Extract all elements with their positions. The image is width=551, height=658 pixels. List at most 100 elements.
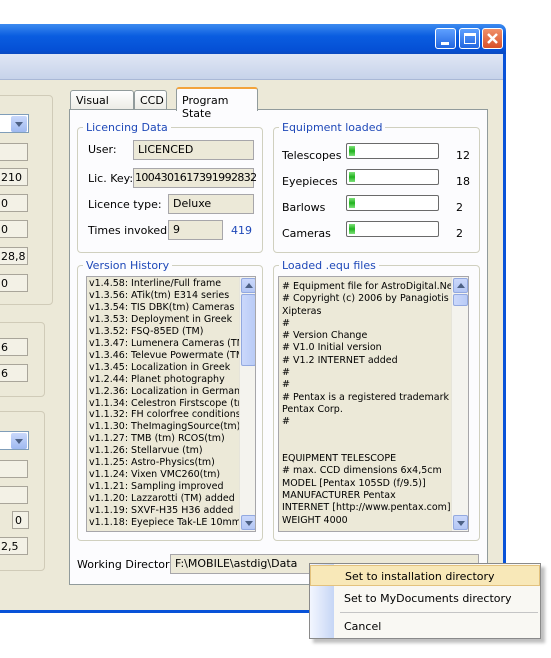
- menu-item-set-installation-dir[interactable]: Set to installation directory: [310, 565, 540, 586]
- scroll-thumb[interactable]: [241, 294, 255, 366]
- menu-item-label: Set to MyDocuments directory: [344, 592, 512, 605]
- lic-key-field: 1004301617391992832: [133, 168, 257, 188]
- scroll-down-button[interactable]: [241, 515, 255, 530]
- equ-file-line: # Equipment file for AstroDigital.Net: [282, 281, 457, 292]
- user-label: User:: [88, 143, 117, 156]
- left-field[interactable]: 0: [0, 194, 28, 212]
- telescopes-label: Telescopes: [282, 149, 342, 162]
- version-history-item[interactable]: v1.4.58: Interline/Full frame: [87, 278, 239, 290]
- left-field[interactable]: 28,8: [0, 247, 28, 265]
- equ-file-line: #: [282, 367, 290, 379]
- cameras-label: Cameras: [282, 227, 331, 240]
- version-history-item[interactable]: v1.3.52: FSQ-85ED (TM): [87, 326, 239, 338]
- eyepieces-count: 18: [456, 175, 470, 188]
- chevron-down-icon: [11, 433, 27, 449]
- licence-type-label: Licence type:: [88, 198, 162, 211]
- licencing-title: Licencing Data: [83, 121, 171, 134]
- version-history-item[interactable]: v1.3.46: Televue Powermate (TM): [87, 350, 248, 362]
- equ-file-line: #: [282, 379, 290, 391]
- version-history-rows: v1.4.58: Interline/Full frame v1.3.56: AT…: [87, 278, 251, 529]
- left-combo-2[interactable]: [0, 431, 29, 450]
- tab-program-state[interactable]: Program State: [176, 87, 258, 120]
- version-history-item[interactable]: v1.1.24: Vixen VMC260(tm): [87, 469, 239, 481]
- version-history-item[interactable]: v1.3.47: Lumenera Cameras (TM): [87, 338, 249, 350]
- title-bar[interactable]: [0, 24, 506, 54]
- left-field[interactable]: 2,5: [0, 537, 28, 555]
- version-history-item[interactable]: v1.2.36: Localization in German: [87, 386, 240, 398]
- left-field[interactable]: [0, 143, 28, 161]
- times-invoked-label: Times invoked:: [88, 224, 171, 237]
- equ-file-line: WEIGHT 4000: [282, 514, 348, 526]
- equ-file-line: EQUIPMENT TELESCOPE: [282, 453, 397, 465]
- version-history-item[interactable]: v1.1.20: Lazzarotti (TM) added: [87, 493, 239, 505]
- version-history-item[interactable]: v1.1.27: TMB (tm) RCOS(tm): [87, 433, 239, 445]
- equ-file-line: #: [282, 317, 290, 329]
- equ-files-lines: # Equipment file for AstroDigital.Net # C…: [280, 281, 461, 527]
- menu-item-label: Cancel: [344, 620, 382, 633]
- left-field[interactable]: 210: [0, 168, 28, 186]
- equ-file-line: [280, 429, 452, 441]
- left-field[interactable]: 6: [0, 338, 28, 356]
- left-combo-1[interactable]: [0, 114, 29, 133]
- scroll-up-button[interactable]: [241, 278, 255, 293]
- version-history-item[interactable]: v1.1.30: TheImagingSource(tm): [87, 421, 240, 433]
- progress-fill: [349, 198, 355, 208]
- version-history-item[interactable]: v1.1.18: Eyepiece Tak-LE 10mm: [87, 517, 241, 529]
- licence-type-field: Deluxe: [168, 194, 254, 214]
- equ-file-line: [280, 441, 452, 453]
- times-invoked-total: 419: [231, 224, 252, 237]
- version-history-item[interactable]: v1.3.53: Deployment in Greek: [87, 314, 239, 326]
- version-history-scrollbar[interactable]: [239, 277, 255, 531]
- equipment-title: Equipment loaded: [279, 121, 386, 134]
- left-field[interactable]: 0: [0, 220, 28, 238]
- left-field[interactable]: [0, 460, 28, 478]
- working-directory-label: Working Directory:: [77, 558, 179, 571]
- equ-files-scrollbar[interactable]: [451, 277, 468, 531]
- equ-files-textbox[interactable]: # Equipment file for AstroDigital.Net # C…: [278, 276, 469, 532]
- user-field: LICENCED: [133, 140, 254, 160]
- tab-visual-work[interactable]: Visual work: [70, 90, 134, 120]
- minimize-icon: [441, 42, 449, 45]
- equ-file-line: #: [282, 416, 290, 428]
- progress-fill: [349, 224, 355, 234]
- scroll-thumb[interactable]: [453, 294, 468, 306]
- version-history-item[interactable]: v1.2.44: Planet photography: [87, 374, 239, 386]
- telescopes-count: 12: [456, 149, 470, 162]
- equ-file-line: Xipteras: [282, 305, 322, 317]
- scroll-up-button[interactable]: [453, 278, 468, 293]
- lic-key-label: Lic. Key:: [88, 172, 134, 185]
- maximize-button[interactable]: [459, 28, 480, 49]
- version-history-item[interactable]: v1.1.34: Celestron Firstscope (tm): [87, 398, 251, 410]
- eyepieces-progress: [346, 169, 439, 185]
- close-button[interactable]: [482, 28, 503, 49]
- version-history-item[interactable]: v1.3.45: Localization in Greek: [87, 362, 239, 374]
- version-history-item[interactable]: v1.1.25: Astro-Physics(tm): [87, 457, 239, 469]
- barlows-progress: [346, 195, 439, 211]
- equ-file-line: # V1.2 INTERNET added: [282, 354, 398, 366]
- equ-file-line: # Copyright (c) 2006 by Panagiotis: [282, 293, 449, 305]
- menu-item-set-mydocuments-dir[interactable]: Set to MyDocuments directory: [310, 588, 540, 610]
- progress-fill: [349, 172, 355, 182]
- equ-file-line: MODEL [Pentax 105SD (f/9.5)]: [282, 477, 426, 489]
- left-field[interactable]: 0: [12, 511, 29, 529]
- version-history-list[interactable]: v1.4.58: Interline/Full frame v1.3.56: AT…: [86, 276, 256, 532]
- version-history-item[interactable]: v1.1.32: FH colorfree conditions: [87, 409, 241, 421]
- version-history-item[interactable]: v1.3.54: TIS DBK(tm) Cameras: [87, 302, 239, 314]
- version-history-item[interactable]: v1.3.56: ATik(tm) E314 series: [87, 290, 239, 302]
- cameras-progress: [346, 221, 439, 237]
- menu-item-cancel[interactable]: Cancel: [310, 616, 540, 638]
- minimize-button[interactable]: [435, 28, 456, 49]
- tab-label: CCD: [140, 94, 164, 107]
- version-history-item[interactable]: v1.1.26: Stellarvue (tm): [87, 445, 239, 457]
- left-field[interactable]: 6: [0, 364, 28, 382]
- version-history-item[interactable]: v1.1.19: SXVF-H35 H36 added: [87, 505, 239, 517]
- equ-file-line: INTERNET [http://www.pentax.com]: [282, 502, 451, 514]
- left-field[interactable]: 0: [0, 274, 28, 292]
- version-history-item[interactable]: v1.1.21: Sampling improved: [87, 481, 239, 493]
- tab-ccd[interactable]: CCD: [134, 90, 167, 110]
- equ-file-line: Pentax Corp.: [282, 403, 343, 415]
- equ-file-line: # V1.0 Initial version: [282, 342, 382, 354]
- left-field[interactable]: [0, 486, 28, 504]
- close-icon: [487, 33, 498, 44]
- scroll-down-button[interactable]: [453, 515, 468, 530]
